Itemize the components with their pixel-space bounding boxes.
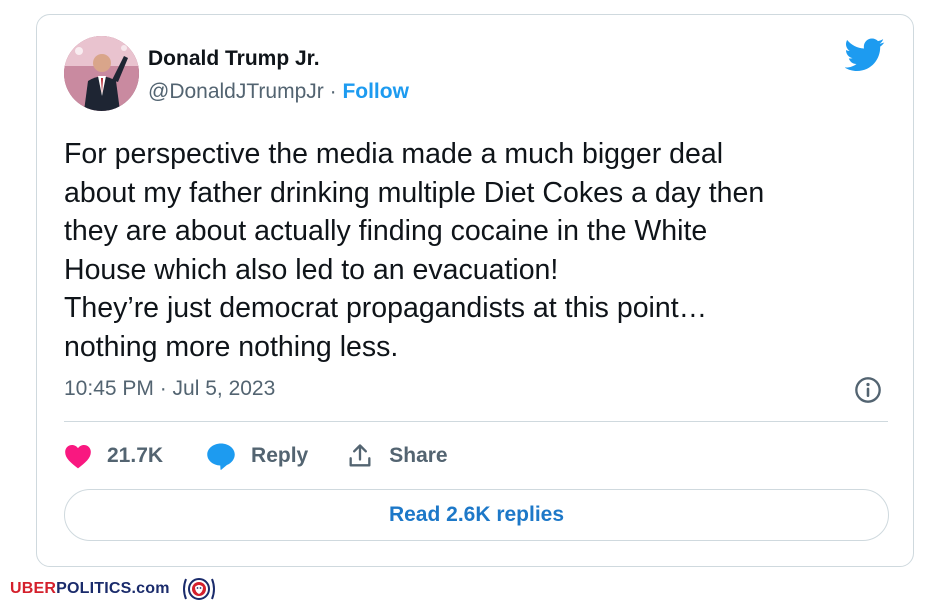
like-button[interactable]: 21.7K bbox=[64, 443, 163, 469]
action-bar: 21.7K Reply Share bbox=[64, 439, 448, 473]
like-count: 21.7K bbox=[107, 444, 164, 467]
reply-label: Reply bbox=[251, 444, 309, 467]
separator: · bbox=[323, 80, 343, 103]
tweet-timestamp[interactable]: 10:45 PM · Jul 5, 2023 bbox=[64, 377, 275, 401]
tweet-text: For perspective the media made a much bi… bbox=[64, 138, 765, 363]
watermark: UBERPOLITICS.com bbox=[10, 577, 218, 601]
tweet-card: Donald Trump Jr. @DonaldJTrumpJr · Follo… bbox=[36, 14, 914, 567]
divider bbox=[64, 421, 888, 422]
share-button[interactable]: Share bbox=[346, 442, 448, 470]
reply-bubble-icon bbox=[207, 443, 235, 470]
avatar[interactable] bbox=[64, 36, 139, 111]
share-icon bbox=[349, 444, 371, 467]
info-icon[interactable] bbox=[854, 376, 882, 404]
brand-uber: UBER bbox=[10, 580, 57, 597]
seal-logo bbox=[182, 578, 215, 600]
heart-icon bbox=[65, 445, 91, 469]
brand-politics: POLITICS bbox=[56, 580, 132, 597]
read-replies-button[interactable]: Read 2.6K replies bbox=[64, 489, 889, 541]
author-handle[interactable]: @DonaldJTrumpJr bbox=[148, 80, 324, 103]
brand-text: UBERPOLITICS.com bbox=[10, 580, 170, 598]
handle-row: @DonaldJTrumpJr · Follow bbox=[148, 80, 409, 104]
follow-button[interactable]: Follow bbox=[342, 80, 409, 103]
brand-com: .com bbox=[131, 580, 170, 597]
author-name[interactable]: Donald Trump Jr. bbox=[148, 47, 320, 71]
reply-button[interactable]: Reply bbox=[206, 442, 308, 470]
share-label: Share bbox=[389, 444, 448, 467]
twitter-bird-icon[interactable] bbox=[845, 38, 885, 72]
